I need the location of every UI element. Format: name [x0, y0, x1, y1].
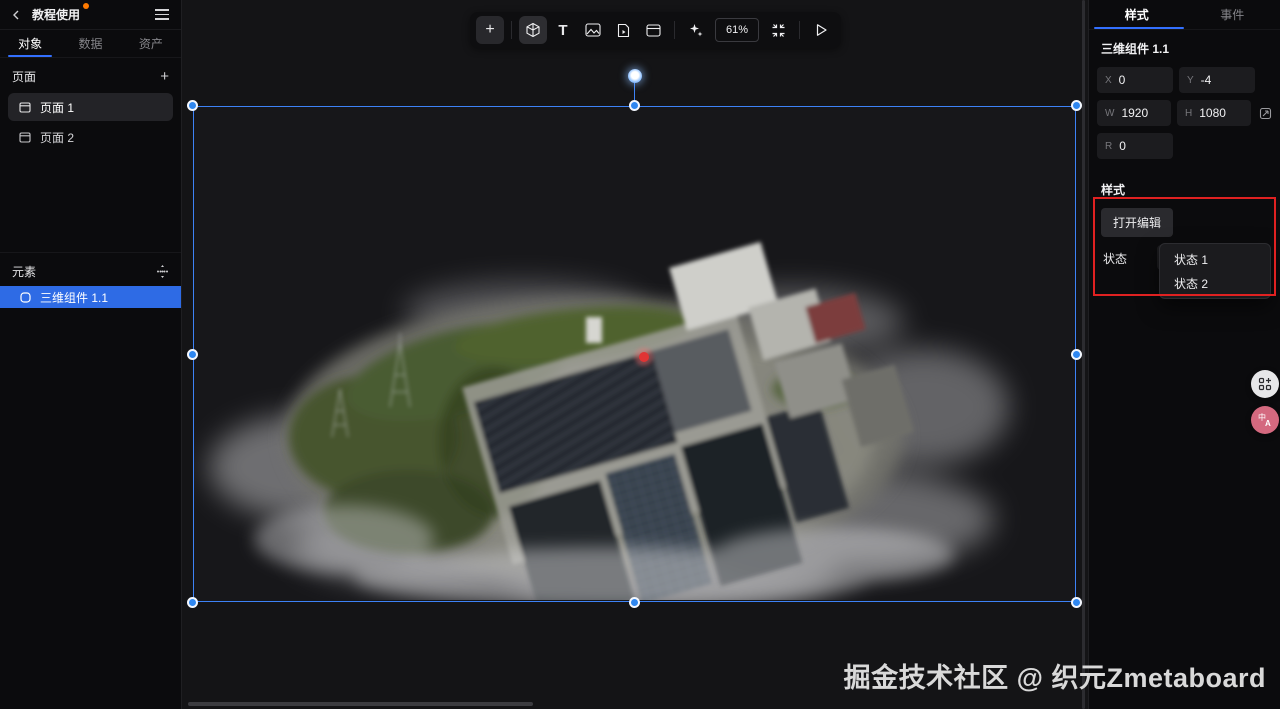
rotation-handle[interactable]	[627, 69, 642, 83]
transform-fields: X 0 Y -4 W 1920 H 1080 R 0	[1097, 67, 1272, 159]
elements-section-header: 元素	[0, 253, 181, 286]
ai-magic-button[interactable]	[682, 16, 710, 44]
state-option-1[interactable]: 状态 1	[1160, 247, 1270, 271]
element-item-3d-component[interactable]: 三维组件 1.1	[0, 286, 181, 308]
canvas-area[interactable]: + T 61%	[182, 0, 1088, 709]
resize-handle-top-middle[interactable]	[629, 100, 640, 111]
resize-handle-bottom-right[interactable]	[1071, 597, 1082, 608]
poi-marker	[639, 352, 649, 362]
widgets-shortcut-button[interactable]	[1251, 370, 1279, 398]
image-icon	[585, 23, 601, 37]
media-file-tool-button[interactable]	[609, 16, 637, 44]
left-sidebar: 教程使用 对象 数据 资产 页面 + 页面 1 页面 2 元素 三维组件 1.1	[0, 0, 182, 709]
inspector-tabs: 样式 事件	[1089, 0, 1280, 30]
y-position-field[interactable]: Y -4	[1179, 67, 1255, 93]
page-item-label: 页面 1	[40, 100, 75, 115]
translate-button[interactable]: 中A	[1251, 406, 1279, 434]
toolbar-divider	[799, 21, 800, 39]
hamburger-menu-button[interactable]	[155, 6, 169, 23]
inspector-panel: 样式 事件 三维组件 1.1 X 0 Y -4 W 1920 H 1080 R …	[1088, 0, 1280, 709]
page-item-label: 页面 2	[40, 130, 75, 145]
back-chevron-icon	[13, 10, 19, 19]
sidebar-tabs: 对象 数据 资产	[0, 30, 181, 58]
sidebar-header: 教程使用	[0, 0, 181, 30]
add-widget-icon	[1258, 377, 1272, 391]
3d-city-scene-preview	[209, 241, 1009, 600]
resize-handle-bottom-left[interactable]	[187, 597, 198, 608]
vertical-scrollbar[interactable]	[1082, 0, 1085, 709]
play-icon	[816, 24, 827, 36]
elements-heading: 元素	[12, 265, 37, 279]
pages-heading: 页面	[12, 70, 37, 84]
resize-handle-bottom-middle[interactable]	[629, 597, 640, 608]
file-play-icon	[617, 23, 629, 37]
window-panel-icon	[645, 23, 661, 37]
open-edit-button[interactable]: 打开编辑	[1101, 208, 1174, 237]
selected-3d-component-frame[interactable]	[187, 69, 1082, 608]
horizontal-scrollbar[interactable]	[188, 702, 533, 706]
state-label: 状态	[1103, 252, 1128, 266]
component-title: 三维组件 1.1	[1101, 42, 1170, 56]
translate-icon: 中A	[1258, 412, 1271, 428]
panel-tool-button[interactable]	[639, 16, 667, 44]
project-title: 教程使用	[32, 3, 90, 23]
x-position-field[interactable]: X 0	[1097, 67, 1173, 93]
toolbar-divider	[511, 21, 512, 39]
app-window: 教程使用 对象 数据 资产 页面 + 页面 1 页面 2 元素 三维组件 1.1…	[0, 0, 1280, 709]
preview-play-button[interactable]	[807, 16, 835, 44]
tab-objects[interactable]: 对象	[0, 30, 60, 57]
fit-to-screen-icon	[772, 23, 784, 37]
page-icon	[19, 101, 31, 113]
back-button[interactable]	[12, 10, 26, 20]
editor-toolbar: + T 61%	[470, 12, 841, 48]
svg-text:A: A	[1265, 419, 1271, 428]
zoom-level-control[interactable]: 61%	[715, 18, 759, 42]
resize-handle-middle-left[interactable]	[187, 348, 198, 360]
cube-3d-icon	[526, 22, 540, 38]
style-section-heading: 样式	[1101, 183, 1126, 197]
tab-data[interactable]: 数据	[60, 30, 120, 57]
active-tab-underline	[1094, 27, 1184, 29]
page-icon	[19, 131, 31, 143]
aspect-ratio-lock-icon	[1259, 107, 1272, 119]
add-page-button[interactable]: +	[160, 69, 169, 84]
toolbar-divider	[674, 21, 675, 39]
tab-assets[interactable]: 资产	[121, 30, 181, 57]
resize-handle-middle-right[interactable]	[1071, 348, 1082, 360]
image-tool-button[interactable]	[579, 16, 607, 44]
sparkle-icon	[690, 24, 703, 37]
resize-handle-top-left[interactable]	[187, 100, 198, 111]
state-dropdown-menu: 状态 1 状态 2	[1159, 243, 1271, 299]
3d-component-tool-button[interactable]	[519, 16, 547, 44]
tab-style[interactable]: 样式	[1089, 0, 1185, 29]
page-item-2[interactable]: 页面 2	[8, 123, 173, 151]
element-item-label: 三维组件 1.1	[40, 290, 109, 305]
component-shape-icon	[20, 291, 31, 303]
text-tool-button[interactable]: T	[549, 16, 577, 44]
resize-handle-top-right[interactable]	[1071, 100, 1082, 111]
fit-view-button[interactable]	[764, 16, 792, 44]
pages-section-header: 页面 +	[0, 58, 181, 91]
elements-section: 元素 三维组件 1.1	[0, 252, 181, 308]
tab-events[interactable]: 事件	[1185, 0, 1280, 29]
page-item-1[interactable]: 页面 1	[8, 93, 173, 121]
locate-move-icon[interactable]	[156, 265, 169, 278]
aspect-ratio-lock-button[interactable]	[1259, 107, 1272, 120]
state-option-2[interactable]: 状态 2	[1160, 271, 1270, 295]
width-field[interactable]: W 1920	[1097, 100, 1171, 126]
unsaved-dot	[83, 3, 90, 9]
height-field[interactable]: H 1080	[1177, 100, 1251, 126]
add-element-button[interactable]: +	[476, 16, 504, 44]
rotation-field[interactable]: R 0	[1097, 133, 1173, 159]
